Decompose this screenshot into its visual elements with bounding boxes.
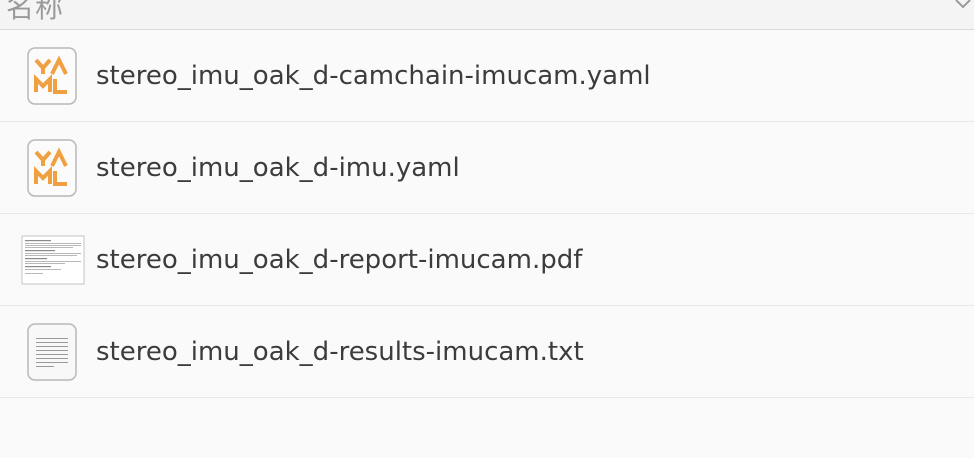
yaml-file-icon [27,139,77,197]
text-file-icon [27,323,77,381]
file-name[interactable]: stereo_imu_oak_d-imu.yaml [96,122,460,214]
file-row[interactable]: stereo_imu_oak_d-report-imucam.pdf [0,214,974,306]
sort-chevron-icon[interactable] [954,0,972,10]
file-list: stereo_imu_oak_d-camchain-imucam.yaml st… [0,30,974,398]
file-row[interactable]: stereo_imu_oak_d-camchain-imucam.yaml [0,30,974,122]
file-name[interactable]: stereo_imu_oak_d-results-imucam.txt [96,306,584,398]
column-header[interactable]: 名称 [0,0,974,30]
yaml-file-icon [27,47,77,105]
file-row[interactable]: stereo_imu_oak_d-imu.yaml [0,122,974,214]
file-row[interactable]: stereo_imu_oak_d-results-imucam.txt [0,306,974,398]
file-name[interactable]: stereo_imu_oak_d-camchain-imucam.yaml [96,30,651,122]
file-name[interactable]: stereo_imu_oak_d-report-imucam.pdf [96,214,582,306]
pdf-thumbnail-icon [21,235,85,285]
name-column-label[interactable]: 名称 [6,0,64,26]
